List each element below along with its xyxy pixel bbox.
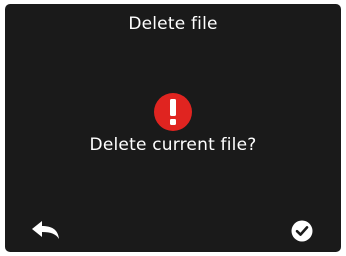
confirm-button[interactable]: [291, 220, 313, 242]
delete-file-dialog: Delete file Delete current file?: [5, 4, 341, 252]
exclamation-circle-icon: [153, 92, 193, 132]
dialog-message: Delete current file?: [89, 135, 257, 155]
dialog-title: Delete file: [128, 14, 218, 34]
back-arrow-icon: [31, 220, 61, 242]
check-circle-icon: [291, 220, 313, 242]
back-button[interactable]: [31, 220, 61, 242]
